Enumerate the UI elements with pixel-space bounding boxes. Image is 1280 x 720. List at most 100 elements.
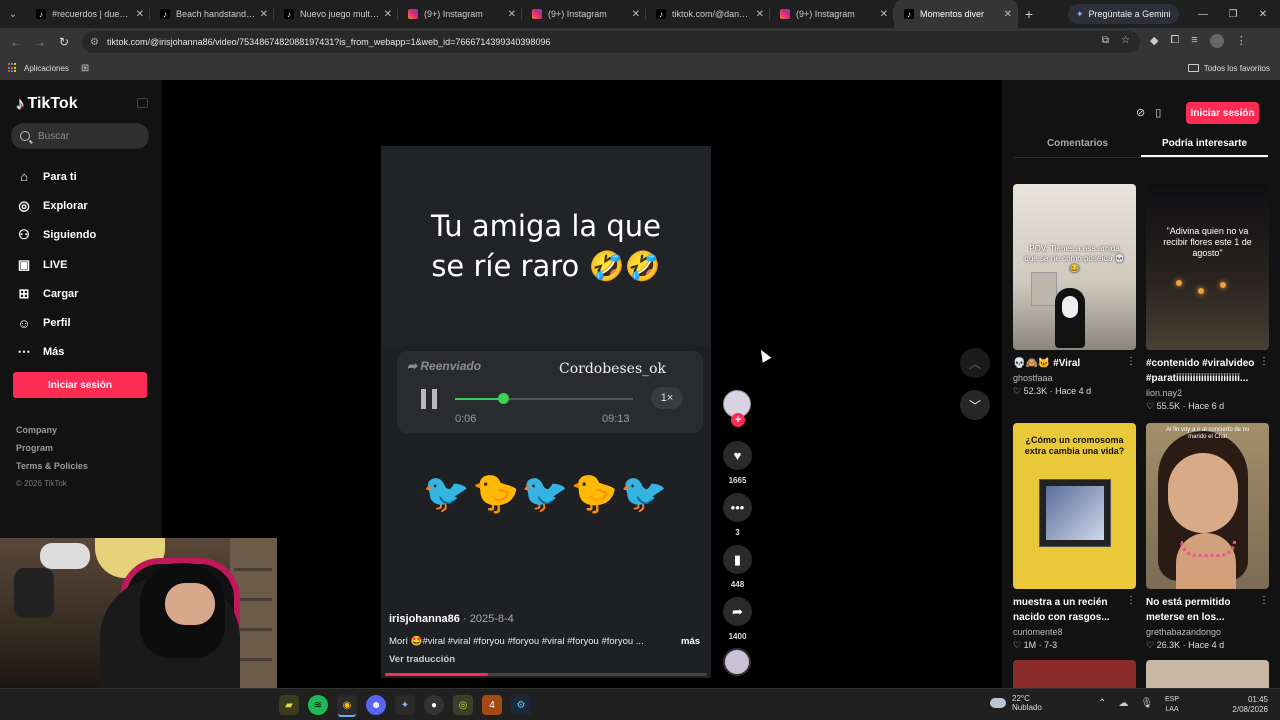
- translate-link[interactable]: Ver traducción: [389, 654, 455, 665]
- tab-groups-icon[interactable]: ⊞: [81, 63, 89, 74]
- tab-search-icon[interactable]: ⌄: [0, 0, 26, 28]
- extensions-puzzle-icon[interactable]: ⧠: [1170, 34, 1179, 48]
- card-more-icon[interactable]: ⋮: [1126, 595, 1136, 606]
- weather-widget[interactable]: 22°C Nublado: [990, 694, 1042, 712]
- all-bookmarks[interactable]: Todos los favoritos: [1187, 64, 1270, 73]
- tiktok-logo[interactable]: ♪ TikTok: [16, 94, 78, 114]
- site-info-icon[interactable]: ⚙: [90, 37, 99, 48]
- system-clock[interactable]: 01:45 2/08/2026: [1222, 695, 1268, 715]
- bookmark-star-icon[interactable]: ☆: [1121, 35, 1130, 46]
- chevron-up-icon[interactable]: ⌃: [1098, 698, 1106, 709]
- forward-icon[interactable]: →: [28, 35, 52, 49]
- file-explorer-icon[interactable]: ▰: [279, 695, 299, 715]
- card-author[interactable]: ghostfaaa: [1013, 373, 1053, 383]
- sidebar-item-cargar[interactable]: ⊞ Cargar: [16, 279, 96, 308]
- browser-tab[interactable]: ♪ Beach handstands | T ✕: [150, 0, 274, 28]
- bookmark-apps[interactable]: Aplicaciones: [24, 64, 69, 73]
- back-icon[interactable]: ←: [4, 35, 28, 49]
- close-icon[interactable]: ✕: [1004, 9, 1012, 20]
- discord-icon[interactable]: ☻: [366, 695, 386, 715]
- maximize-icon[interactable]: ❐: [1218, 0, 1248, 28]
- app-four-icon[interactable]: 4: [482, 695, 502, 715]
- music-disc-icon[interactable]: [723, 648, 751, 676]
- sidebar-item-perfil[interactable]: ☺ Perfil: [16, 308, 96, 337]
- card-title[interactable]: No está permitido meterse en los...: [1146, 595, 1258, 625]
- previous-video-button[interactable]: ︿: [960, 348, 990, 378]
- chrome-icon[interactable]: ◉: [337, 695, 357, 715]
- app-icon[interactable]: ✦: [395, 695, 415, 715]
- close-icon[interactable]: ✕: [632, 9, 640, 20]
- like-button[interactable]: ♥: [723, 441, 752, 470]
- footer-link-terms[interactable]: Terms & Policies: [16, 461, 88, 479]
- sidebar-item-live[interactable]: ▣ LIVE: [16, 250, 96, 279]
- sidebar-item-explorar[interactable]: ◎ Explorar: [16, 191, 96, 220]
- save-button[interactable]: ▮: [723, 545, 752, 574]
- window-close-icon[interactable]: ✕: [1248, 0, 1278, 28]
- close-icon[interactable]: ✕: [384, 9, 392, 20]
- sidebar-item-para-ti[interactable]: ⌂ Para ti: [16, 162, 96, 191]
- share-button[interactable]: ➦: [723, 597, 752, 626]
- card-more-icon[interactable]: ⋮: [1259, 595, 1269, 606]
- sidebar-item-siguiendo[interactable]: ⚇ Siguiendo: [16, 221, 96, 250]
- language-indicator[interactable]: ESP LAA: [1165, 695, 1179, 715]
- profile-avatar[interactable]: [1209, 34, 1224, 48]
- collapse-sidebar-icon[interactable]: [137, 98, 148, 108]
- close-icon[interactable]: ✕: [756, 9, 764, 20]
- browser-tab[interactable]: ♪ tiktok.com/@danyah ✕: [646, 0, 770, 28]
- obs-icon[interactable]: ●: [424, 695, 444, 715]
- url-input[interactable]: ⚙ tiktok.com/@irisjohanna86/video/753486…: [82, 31, 1140, 53]
- video-thumbnail[interactable]: "Adivina quien no va recibir flores este…: [1146, 184, 1269, 350]
- media-control-icon[interactable]: ≡: [1191, 34, 1197, 48]
- device-icon[interactable]: ▯: [1155, 106, 1161, 119]
- extension-icon[interactable]: ◆: [1150, 34, 1158, 48]
- comment-button[interactable]: •••: [723, 493, 752, 522]
- next-video-button[interactable]: ﹀: [960, 390, 990, 420]
- browser-tab-active[interactable]: ♪ Momentos diver ✕: [894, 0, 1018, 28]
- close-icon[interactable]: ✕: [260, 9, 268, 20]
- install-app-icon[interactable]: ⧉: [1102, 35, 1109, 46]
- card-title[interactable]: #contenido #viralvideo #paratiiiiiiiiiii…: [1146, 356, 1258, 386]
- close-icon[interactable]: ✕: [508, 9, 516, 20]
- browser-menu-icon[interactable]: ⋮: [1236, 34, 1247, 48]
- video-thumbnail[interactable]: POV: Tienes a esa amiga que se ríe como …: [1013, 184, 1136, 350]
- footer-link-program[interactable]: Program: [16, 443, 88, 461]
- video-player[interactable]: Tu amiga la que se ríe raro 🤣🤣 ➦ Reenvia…: [381, 146, 711, 678]
- follow-plus-icon[interactable]: +: [731, 413, 745, 427]
- tab-podria-interesarte[interactable]: Podría interesarte: [1141, 130, 1268, 157]
- video-thumbnail[interactable]: ¿Cómo un cromosoma extra cambia una vida…: [1013, 423, 1136, 589]
- card-author[interactable]: curiomente8: [1013, 627, 1063, 637]
- card-author[interactable]: lion.nay2: [1146, 388, 1182, 398]
- video-author[interactable]: irisjohanna86: [389, 613, 460, 625]
- footer-link-company[interactable]: Company: [16, 425, 88, 443]
- browser-tab[interactable]: ♪ #recuerdos | duende ✕: [26, 0, 150, 28]
- search-input[interactable]: Buscar: [11, 123, 149, 149]
- reload-icon[interactable]: ↻: [52, 35, 76, 49]
- close-icon[interactable]: ✕: [136, 9, 144, 20]
- steam-icon[interactable]: ⚙: [511, 695, 531, 715]
- browser-tab[interactable]: (9+) Instagram ✕: [770, 0, 894, 28]
- login-button[interactable]: Iniciar sesión: [13, 372, 147, 398]
- spotify-icon[interactable]: ≋: [308, 695, 328, 715]
- header-login-button[interactable]: Iniciar sesión: [1186, 102, 1259, 124]
- close-icon[interactable]: ✕: [880, 9, 888, 20]
- suggested-video-thumbnail-peek[interactable]: [1146, 660, 1269, 688]
- browser-tab[interactable]: (9+) Instagram ✕: [522, 0, 646, 28]
- microphone-icon[interactable]: 🎙: [1140, 698, 1153, 709]
- onedrive-cloud-icon[interactable]: ☁: [1118, 698, 1128, 709]
- video-progress-bar[interactable]: [385, 673, 707, 676]
- coin-icon[interactable]: ⊘: [1136, 106, 1145, 119]
- card-title[interactable]: muestra a un recién nacido con rasgos...: [1013, 595, 1125, 625]
- minimize-icon[interactable]: —: [1188, 0, 1218, 28]
- browser-tab[interactable]: (9+) Instagram ✕: [398, 0, 522, 28]
- sidebar-item-mas[interactable]: ⋯ Más: [16, 338, 96, 367]
- xbox-icon[interactable]: ◎: [453, 695, 473, 715]
- gemini-button[interactable]: ✦ Pregúntale a Gemini: [1068, 4, 1179, 24]
- new-tab-button[interactable]: +: [1018, 6, 1040, 22]
- card-more-icon[interactable]: ⋮: [1126, 356, 1136, 367]
- browser-tab[interactable]: ♪ Nuevo juego multijug ✕: [274, 0, 398, 28]
- card-title[interactable]: 💀🙈🐱 #Viral: [1013, 356, 1125, 371]
- card-author[interactable]: grethabazandongo: [1146, 627, 1221, 637]
- video-thumbnail[interactable]: Al fin voy a ir al concierto de mi marid…: [1146, 423, 1269, 589]
- card-more-icon[interactable]: ⋮: [1259, 356, 1269, 367]
- suggested-video-thumbnail-peek[interactable]: [1013, 660, 1136, 688]
